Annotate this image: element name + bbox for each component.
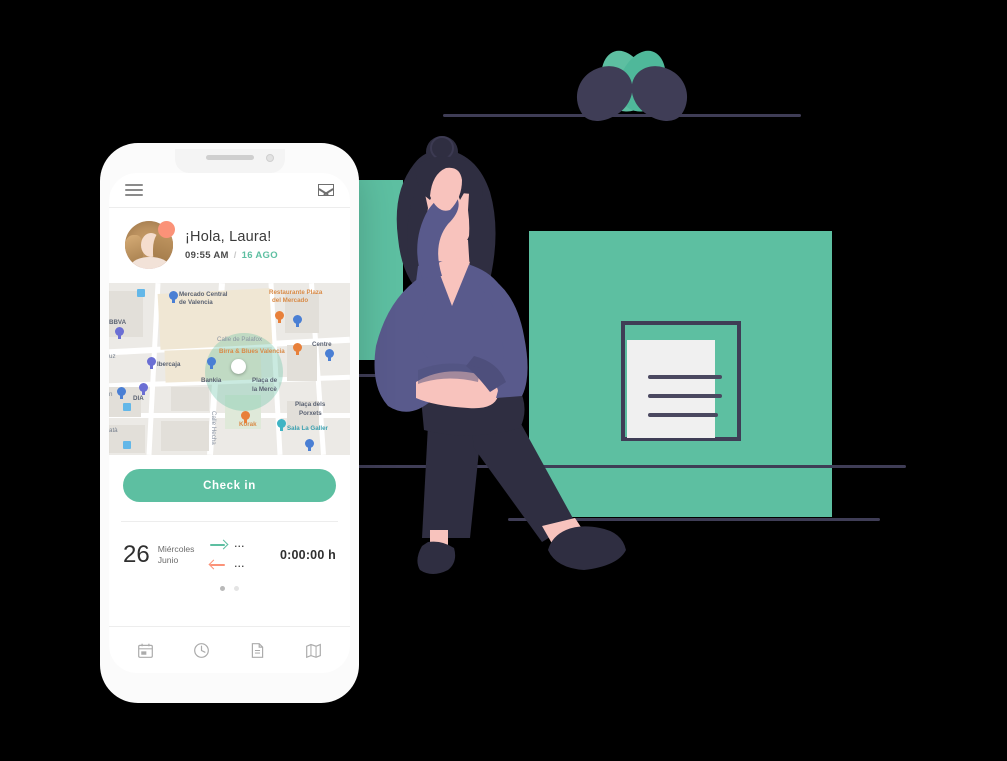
map-pin[interactable]	[115, 327, 124, 339]
map-label: Birra & Blues Valencia	[219, 348, 285, 355]
map-label: atà	[109, 427, 118, 434]
day-time-in: ...	[210, 538, 245, 551]
day-total-hours: 0:00:00 h	[280, 547, 336, 562]
arrow-left-icon	[209, 559, 227, 570]
greeting-hello: ¡Hola, Laura!	[185, 229, 272, 245]
greeting-time: 09:55 AM	[185, 250, 229, 261]
day-entry-row[interactable]: 26 Miércoles Junio ... ... 0:00:00 h	[109, 522, 350, 571]
day-times: ... ...	[209, 538, 245, 571]
map-accuracy-radius	[205, 333, 283, 411]
map-label: uz	[109, 353, 116, 360]
day-month: Junio	[157, 554, 179, 565]
map-pin[interactable]	[139, 383, 148, 395]
map-label: Bankia	[201, 377, 222, 384]
day-number: 26	[123, 540, 150, 568]
person-leaning-illustration	[370, 130, 670, 575]
calendar-icon[interactable]	[137, 642, 154, 659]
map-view[interactable]: Mercado Central de Valencia Restaurante …	[109, 283, 350, 455]
arrow-right-icon	[210, 539, 229, 550]
phone-speaker	[205, 155, 254, 160]
day-time-in-value: ...	[234, 539, 245, 549]
map-pin[interactable]	[305, 439, 314, 451]
notification-dot	[158, 221, 175, 238]
map-pin[interactable]	[275, 311, 284, 323]
map-label: Ibercaja	[157, 361, 181, 368]
phone-screen: ¡Hola, Laura! 09:55 AM / 16 AGO Mercado …	[109, 173, 350, 673]
map-book-icon[interactable]	[305, 642, 322, 659]
map-label: del Mercado	[272, 297, 309, 304]
phone-chin-shadow	[134, 703, 325, 729]
map-label: Restaurante Plaza	[269, 289, 323, 296]
map-pin[interactable]	[147, 357, 156, 369]
map-block	[171, 387, 209, 411]
greeting-separator: /	[233, 250, 237, 261]
map-label: Plaça dels	[295, 401, 326, 408]
map-label: Calle Hecha	[210, 411, 217, 445]
day-weekday: Miércoles	[157, 543, 195, 554]
map-label: Korak	[239, 421, 257, 428]
lotus-plant-icon	[565, 44, 699, 131]
map-transit-marker[interactable]	[123, 441, 131, 449]
map-label: Centre	[312, 341, 332, 348]
tab-bar	[109, 626, 350, 673]
checkin-area: Check in	[109, 455, 350, 502]
map-pin[interactable]	[293, 343, 302, 355]
map-label: Plaça de	[252, 377, 278, 384]
map-label: Porxets	[299, 410, 322, 417]
map-block	[287, 345, 317, 381]
map-pin[interactable]	[117, 387, 126, 399]
pagination-dot-2[interactable]	[234, 586, 239, 591]
hamburger-icon[interactable]	[125, 184, 143, 196]
map-pin[interactable]	[169, 291, 178, 303]
map-pin[interactable]	[277, 419, 286, 431]
map-label: Calle de Palafox	[217, 336, 263, 343]
map-label: n	[109, 391, 113, 398]
envelope-icon[interactable]	[318, 184, 334, 196]
map-block	[161, 421, 209, 451]
document-icon[interactable]	[249, 642, 266, 659]
phone-mockup: ¡Hola, Laura! 09:55 AM / 16 AGO Mercado …	[100, 143, 359, 729]
map-label: de Valencia	[179, 299, 213, 306]
clock-icon[interactable]	[193, 642, 210, 659]
map-label: BBVA	[109, 319, 127, 326]
map-label: Mercado Central	[179, 291, 228, 298]
pagination-dot-1[interactable]	[220, 586, 225, 591]
map-pin[interactable]	[207, 357, 216, 369]
pagination-dots[interactable]	[109, 586, 350, 591]
map-label: la Mercè	[252, 386, 277, 393]
day-date-text: Miércoles Junio	[158, 544, 195, 566]
phone-camera	[265, 154, 274, 162]
map-transit-marker[interactable]	[137, 289, 145, 297]
map-label: DIA	[133, 395, 144, 402]
greeting-block: ¡Hola, Laura! 09:55 AM / 16 AGO	[109, 208, 350, 283]
check-in-button[interactable]: Check in	[123, 469, 336, 502]
greeting-ago: 16 AGO	[241, 250, 278, 261]
map-pin[interactable]	[293, 315, 302, 327]
map-label: Sala La Galler	[287, 425, 328, 432]
app-header	[109, 173, 350, 207]
greeting-meta: 09:55 AM / 16 AGO	[185, 250, 278, 261]
day-time-out-value: ...	[234, 559, 245, 569]
avatar[interactable]	[125, 221, 175, 269]
greeting-text: ¡Hola, Laura! 09:55 AM / 16 AGO	[185, 229, 278, 261]
current-location-dot[interactable]	[231, 359, 246, 374]
map-pin[interactable]	[325, 349, 334, 361]
map-transit-marker[interactable]	[123, 403, 131, 411]
day-time-out: ...	[209, 558, 245, 571]
scene-root: ¡Hola, Laura! 09:55 AM / 16 AGO Mercado …	[0, 0, 1007, 761]
